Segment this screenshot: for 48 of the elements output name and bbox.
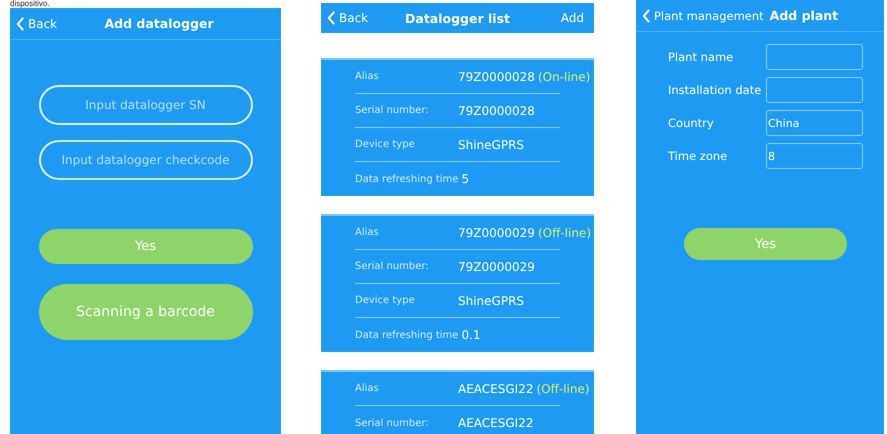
chevron-left-icon [16, 16, 25, 30]
back-button[interactable]: Back [16, 16, 58, 30]
field-label: Country [668, 116, 715, 130]
field-label: Device type [355, 139, 416, 150]
field-value: ShineGPRS [458, 294, 524, 308]
chevron-left-icon [642, 8, 651, 22]
screen-title: Datalogger list [405, 10, 510, 26]
field-label: Serial number: [355, 105, 430, 116]
field-label: Alias [355, 227, 380, 238]
field-value: 79Z0000028 [458, 104, 535, 118]
back-button[interactable]: Back [327, 11, 368, 25]
field-value: 0.1 [461, 328, 481, 342]
input-field[interactable]: China [766, 110, 863, 136]
add-button[interactable]: Add [556, 11, 588, 25]
field-value: 79Z0000029 [458, 260, 535, 274]
chevron-left-icon [327, 11, 336, 25]
back-button[interactable]: Plant management [642, 8, 764, 22]
field-label: Time zone [668, 149, 728, 163]
datalogger-card[interactable]: Alias AEACESGI22 (Off-line) Serial number: AEACESGI22 [321, 370, 594, 434]
screen-title: Add plant [770, 8, 838, 23]
screen-title: Add datalogger [104, 16, 214, 31]
field-value: AEACESGI22 [458, 416, 534, 430]
input-field[interactable] [766, 77, 863, 103]
caption-text: dispositivo. [10, 0, 50, 8]
input-field[interactable]: 8 [766, 143, 863, 169]
status-text: (On-line) [538, 70, 590, 84]
field-label: Data refreshing time [355, 330, 458, 340]
status-text: (Off-line) [536, 382, 590, 396]
field-label: Data refreshing time [355, 174, 458, 184]
field-label: Serial number: [355, 261, 430, 272]
field-label: Plant name [668, 50, 734, 64]
field-label: Alias [355, 383, 380, 394]
status-text: (Off-line) [538, 226, 591, 240]
datalogger-card[interactable]: Alias 79Z0000029 (Off-line) Serial number: 79Z0000029 Device type ShineGPRS Data refreshing time 0.1 [321, 214, 594, 352]
field-value: 5 [461, 172, 470, 186]
datalogger-card[interactable]: Alias 79Z0000028 (On-line) Serial number: 79Z0000028 Device type ShineGPRS Data refreshing time 5 [321, 58, 594, 196]
yes-button[interactable]: Yes [38, 229, 252, 264]
field-value: AEACESGI22 [458, 382, 534, 396]
scan-button[interactable]: Scanning a barcode [38, 284, 252, 340]
field-label: Alias [355, 71, 380, 82]
field-label: Serial number: [355, 418, 430, 428]
field-value: ShineGPRS [458, 138, 524, 152]
field-label: Device type [355, 295, 416, 306]
field-value: 79Z0000028 [458, 70, 535, 84]
field-label: Installation date [668, 83, 762, 97]
field-value: 79Z0000029 [458, 226, 535, 240]
input-field[interactable] [766, 44, 863, 70]
yes-button[interactable]: Yes [684, 228, 847, 260]
